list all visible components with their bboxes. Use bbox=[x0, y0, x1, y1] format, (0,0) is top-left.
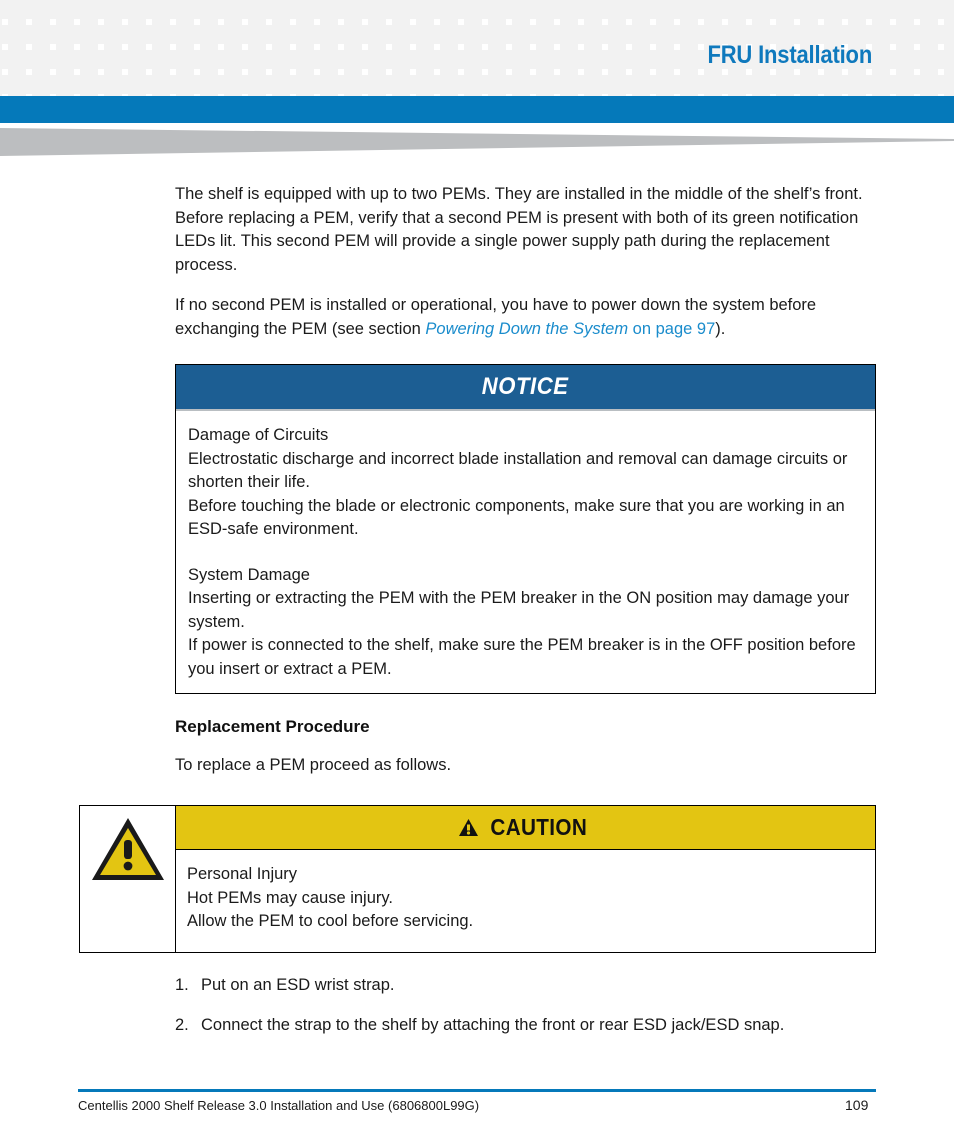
notice-group2-line2: If power is connected to the shelf, make… bbox=[188, 636, 856, 678]
header-gray-wedge bbox=[0, 128, 954, 156]
cross-reference-link-page[interactable]: on page 97 bbox=[628, 320, 716, 338]
caution-icon-cell bbox=[80, 806, 176, 952]
notice-label: NOTICE bbox=[482, 373, 569, 400]
caution-line-2: Hot PEMs may cause injury. bbox=[187, 888, 394, 907]
caution-admonition-box: CAUTION Personal Injury Hot PEMs may cau… bbox=[79, 805, 876, 953]
footer-page-number: 109 bbox=[845, 1097, 869, 1113]
list-item: 1. Put on an ESD wrist strap. bbox=[175, 974, 875, 997]
notice-group1-title: Damage of Circuits bbox=[188, 426, 329, 444]
cross-reference-link-title[interactable]: Powering Down the System bbox=[425, 320, 628, 338]
caution-header-bar: CAUTION bbox=[176, 806, 875, 850]
step-text: Connect the strap to the shelf by attach… bbox=[201, 1016, 785, 1034]
notice-group-spacer bbox=[188, 542, 863, 564]
step-number: 2. bbox=[175, 1016, 189, 1034]
list-item: 2. Connect the strap to the shelf by att… bbox=[175, 1014, 875, 1037]
notice-group2-title: System Damage bbox=[188, 565, 310, 584]
notice-group1-line2: Before touching the blade or electronic … bbox=[188, 496, 845, 539]
section-heading-replacement-procedure: Replacement Procedure bbox=[175, 717, 370, 736]
caution-small-warning-icon bbox=[459, 819, 479, 836]
caution-label: CAUTION bbox=[490, 814, 588, 840]
notice-body: Damage of Circuits Electrostatic dischar… bbox=[176, 411, 875, 693]
page-title: FRU Installation bbox=[707, 41, 872, 69]
warning-triangle-icon bbox=[91, 818, 164, 880]
step-text: Put on an ESD wrist strap. bbox=[201, 976, 395, 994]
notice-admonition-box: NOTICE Damage of Circuits Electrostatic … bbox=[175, 364, 876, 694]
procedure-step-list: 1. Put on an ESD wrist strap. 2. Connect… bbox=[175, 974, 875, 1054]
paragraph-1-text: The shelf is equipped with up to two PEM… bbox=[175, 185, 863, 274]
caution-right-column: CAUTION Personal Injury Hot PEMs may cau… bbox=[176, 806, 875, 952]
intro-paragraph-2: If no second PEM is installed or operati… bbox=[175, 294, 875, 341]
page-header: FRU Installation bbox=[0, 0, 954, 96]
notice-group1-line1: Electrostatic discharge and incorrect bl… bbox=[188, 449, 848, 492]
caution-line-1: Personal Injury bbox=[187, 865, 298, 883]
intro-paragraph-1: The shelf is equipped with up to two PEM… bbox=[175, 183, 875, 277]
section-intro-text: To replace a PEM proceed as follows. bbox=[175, 756, 452, 774]
caution-header-inner: CAUTION bbox=[458, 814, 593, 841]
notice-group2-line1: Inserting or extracting the PEM with the… bbox=[188, 589, 850, 631]
footer-divider bbox=[78, 1089, 876, 1092]
header-blue-bar bbox=[0, 96, 954, 123]
notice-header-bar: NOTICE bbox=[176, 365, 875, 411]
paragraph-2-text: If no second PEM is installed or operati… bbox=[175, 294, 875, 341]
caution-line-3: Allow the PEM to cool before servicing. bbox=[187, 912, 474, 930]
paragraph-2-tail: ). bbox=[715, 319, 726, 338]
step-number: 1. bbox=[175, 976, 189, 994]
footer-document-title: Centellis 2000 Shelf Release 3.0 Install… bbox=[78, 1098, 480, 1113]
caution-body: Personal Injury Hot PEMs may cause injur… bbox=[176, 850, 875, 952]
